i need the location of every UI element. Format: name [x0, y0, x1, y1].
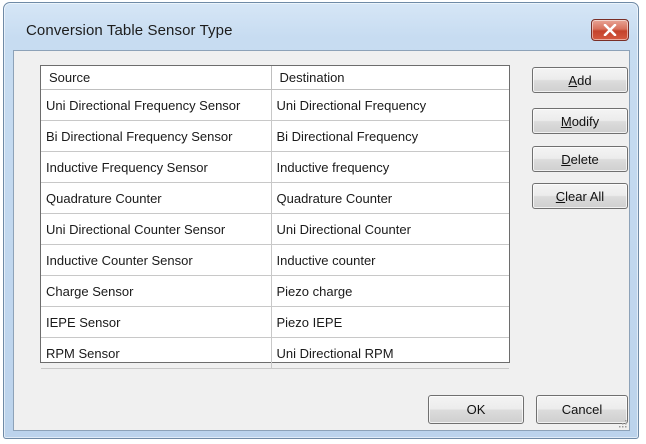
destination-cell[interactable]: Uni Directional RPM	[271, 337, 509, 369]
delete-label: elete	[570, 151, 599, 167]
table-row[interactable]: Bi Directional Frequency Sensor Bi Direc…	[41, 120, 509, 152]
modify-label: odify	[571, 113, 600, 129]
table-row[interactable]: RPM Sensor Uni Directional RPM	[41, 337, 509, 369]
source-cell[interactable]: Quadrature Counter	[41, 182, 272, 214]
resize-grip-icon[interactable]	[617, 418, 627, 428]
column-header-destination[interactable]: Destination	[271, 66, 509, 90]
add-button[interactable]: Add	[532, 67, 628, 93]
destination-cell[interactable]: Inductive frequency	[271, 151, 509, 183]
source-cell[interactable]: Inductive Counter Sensor	[41, 244, 272, 276]
clear-all-label: lear All	[565, 188, 605, 204]
source-cell[interactable]: Inductive Frequency Sensor	[41, 151, 272, 183]
close-button[interactable]	[591, 19, 629, 41]
clear-all-accelerator: C	[555, 188, 566, 204]
dialog-window: Conversion Table Sensor Type Source Dest…	[3, 2, 639, 439]
destination-cell[interactable]: Piezo charge	[271, 275, 509, 307]
modify-button[interactable]: Modify	[532, 108, 628, 134]
source-cell[interactable]: IEPE Sensor	[41, 306, 272, 338]
source-cell[interactable]: RPM Sensor	[41, 337, 272, 369]
modify-accelerator: M	[560, 113, 572, 129]
source-cell[interactable]: Uni Directional Counter Sensor	[41, 213, 272, 245]
destination-cell[interactable]: Inductive counter	[271, 244, 509, 276]
cancel-button[interactable]: Cancel	[536, 395, 628, 424]
table-row[interactable]: IEPE Sensor Piezo IEPE	[41, 306, 509, 338]
column-header-source[interactable]: Source	[41, 66, 272, 90]
table-row[interactable]: Uni Directional Counter Sensor Uni Direc…	[41, 213, 509, 245]
destination-cell[interactable]: Quadrature Counter	[271, 182, 509, 214]
source-cell[interactable]: Charge Sensor	[41, 275, 272, 307]
close-icon	[603, 24, 617, 36]
conversion-table: Source Destination Uni Directional Frequ…	[40, 65, 510, 369]
add-label: dd	[577, 72, 592, 88]
table-header-row: Source Destination	[41, 66, 509, 90]
ok-label: OK	[466, 402, 486, 417]
destination-cell[interactable]: Uni Directional Frequency	[271, 89, 509, 121]
destination-cell[interactable]: Uni Directional Counter	[271, 213, 509, 245]
destination-cell[interactable]: Bi Directional Frequency	[271, 120, 509, 152]
destination-cell[interactable]: Piezo IEPE	[271, 306, 509, 338]
window-title: Conversion Table Sensor Type	[26, 22, 233, 39]
ok-button[interactable]: OK	[428, 395, 524, 424]
table-row[interactable]: Quadrature Counter Quadrature Counter	[41, 182, 509, 214]
cancel-label: Cancel	[561, 402, 603, 417]
title-bar[interactable]: Conversion Table Sensor Type	[4, 3, 638, 53]
source-cell[interactable]: Bi Directional Frequency Sensor	[41, 120, 272, 152]
add-accelerator: A	[568, 72, 578, 88]
table-row[interactable]: Uni Directional Frequency Sensor Uni Dir…	[41, 89, 509, 121]
source-cell[interactable]: Uni Directional Frequency Sensor	[41, 89, 272, 121]
table-row[interactable]: Inductive Counter Sensor Inductive count…	[41, 244, 509, 276]
table-row[interactable]: Inductive Frequency Sensor Inductive fre…	[41, 151, 509, 183]
dialog-client-area: Source Destination Uni Directional Frequ…	[13, 50, 630, 431]
delete-accelerator: D	[561, 151, 571, 167]
delete-button[interactable]: Delete	[532, 146, 628, 172]
clear-all-button[interactable]: Clear All	[532, 183, 628, 209]
table-row[interactable]: Charge Sensor Piezo charge	[41, 275, 509, 307]
